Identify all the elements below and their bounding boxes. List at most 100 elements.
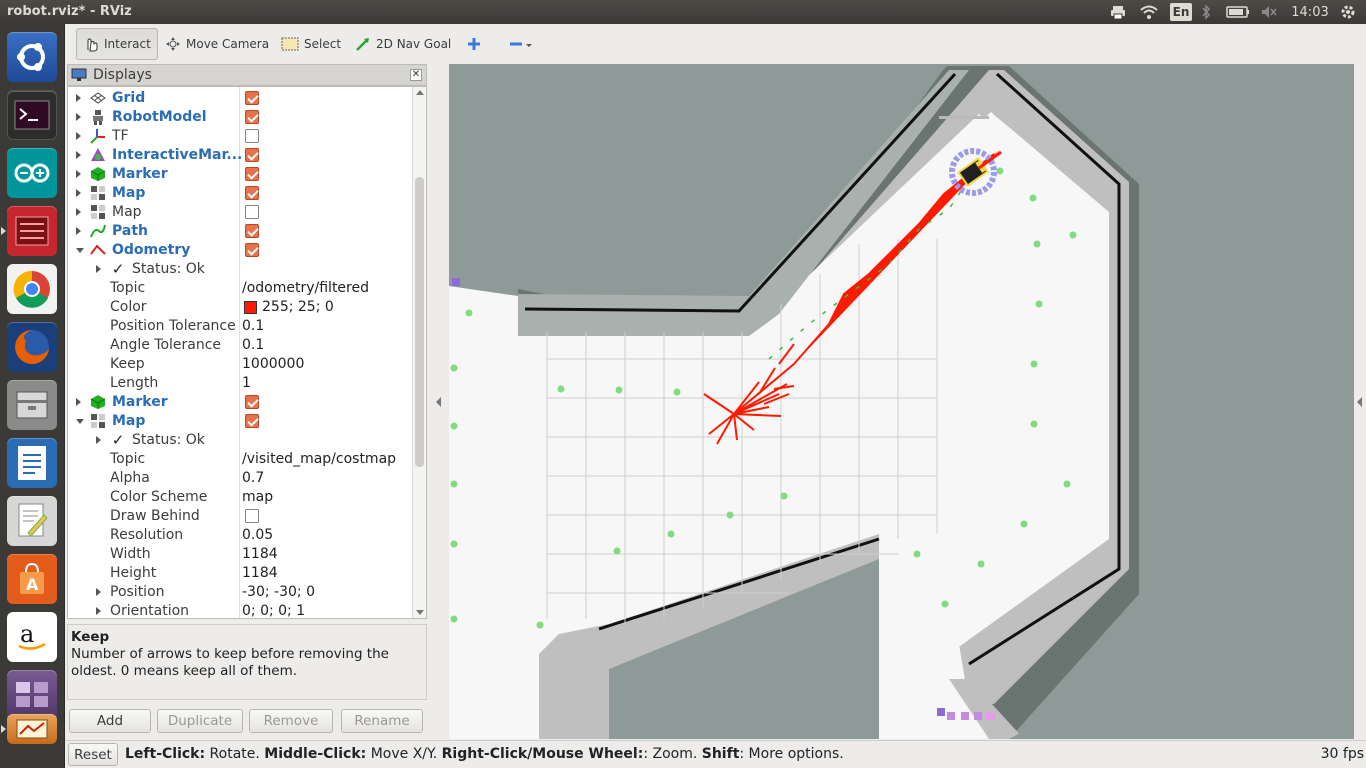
collapse-right-icon[interactable] <box>1357 397 1362 407</box>
terminal-icon[interactable] <box>7 90 57 140</box>
property-value[interactable]: /visited_map/costmap <box>242 451 396 467</box>
display-checkbox[interactable] <box>245 243 259 257</box>
odometry-topic-row[interactable]: Topic /odometry/filtered <box>68 279 412 298</box>
display-checkbox[interactable] <box>245 91 259 105</box>
ubuntu-dash-icon[interactable] <box>7 32 57 82</box>
map-status-row[interactable]: ✓ Status: Ok <box>68 431 412 450</box>
display-checkbox[interactable] <box>245 186 259 200</box>
property-value[interactable]: 0.05 <box>242 527 273 543</box>
property-value[interactable]: 0.1 <box>242 318 264 334</box>
property-value[interactable]: 255; 25; 0 <box>262 299 334 315</box>
firefox-icon[interactable] <box>7 322 57 372</box>
text-editor-icon[interactable] <box>7 496 57 546</box>
chrome-icon[interactable] <box>7 264 57 314</box>
map-topic-row[interactable]: Topic /visited_map/costmap <box>68 450 412 469</box>
map-width-row[interactable]: Width 1184 <box>68 545 412 564</box>
collapse-left-icon[interactable] <box>436 397 441 407</box>
display-row-marker-2[interactable]: Marker <box>68 393 412 412</box>
property-value[interactable]: 1 <box>242 375 251 391</box>
display-row-path[interactable]: Path <box>68 222 412 241</box>
duplicate-button[interactable]: Duplicate <box>157 709 243 733</box>
expand-arrow-icon[interactable] <box>76 132 81 140</box>
display-checkbox[interactable] <box>245 414 259 428</box>
remove-tool-button[interactable] <box>503 28 539 60</box>
display-row-map[interactable]: Map <box>68 184 412 203</box>
property-value[interactable]: 0.1 <box>242 337 264 353</box>
expand-arrow-icon[interactable] <box>96 588 101 596</box>
close-icon[interactable]: ✕ <box>410 69 422 81</box>
display-checkbox[interactable] <box>245 167 259 181</box>
scrollbar-thumb[interactable] <box>415 177 424 467</box>
display-checkbox[interactable] <box>245 129 259 143</box>
language-indicator[interactable]: En <box>1170 3 1192 21</box>
property-value[interactable]: 0.7 <box>242 470 264 486</box>
move-camera-tool[interactable]: Move Camera <box>159 28 275 60</box>
wifi-icon[interactable] <box>1138 3 1160 21</box>
add-tool-button[interactable] <box>461 28 487 60</box>
interact-tool[interactable]: Interact <box>76 28 158 60</box>
software-center-icon[interactable]: A <box>7 554 57 604</box>
display-checkbox[interactable] <box>245 110 259 124</box>
display-row-map-disabled[interactable]: Map <box>68 203 412 222</box>
map-position-row[interactable]: Position -30; -30; 0 <box>68 583 412 602</box>
select-tool[interactable]: Select <box>275 28 347 60</box>
render-view[interactable] <box>449 64 1354 739</box>
display-row-map-expanded[interactable]: Map <box>68 412 412 431</box>
files-icon[interactable] <box>7 380 57 430</box>
add-button[interactable]: Add <box>69 709 151 733</box>
expand-arrow-icon[interactable] <box>96 265 101 273</box>
expand-arrow-icon[interactable] <box>76 94 81 102</box>
property-value[interactable]: /odometry/filtered <box>242 280 369 296</box>
volume-mute-icon[interactable] <box>1260 3 1278 21</box>
display-checkbox[interactable] <box>245 224 259 238</box>
display-row-odometry[interactable]: Odometry <box>68 241 412 260</box>
reset-button[interactable]: Reset <box>68 743 118 766</box>
map-resolution-row[interactable]: Resolution 0.05 <box>68 526 412 545</box>
rviz-launcher-icon[interactable] <box>1 714 57 744</box>
printer-icon[interactable] <box>1108 3 1128 21</box>
display-row-grid[interactable]: Grid <box>68 89 412 108</box>
color-swatch[interactable] <box>244 301 257 314</box>
gear-icon[interactable] <box>1338 3 1358 21</box>
expand-arrow-icon[interactable] <box>76 227 81 235</box>
collapse-arrow-icon[interactable] <box>76 248 84 253</box>
map-height-row[interactable]: Height 1184 <box>68 564 412 583</box>
expand-arrow-icon[interactable] <box>76 189 81 197</box>
scroll-down-icon[interactable] <box>416 610 424 615</box>
rename-button[interactable]: Rename <box>341 709 423 733</box>
remove-button[interactable]: Remove <box>249 709 333 733</box>
display-row-marker[interactable]: Marker <box>68 165 412 184</box>
expand-arrow-icon[interactable] <box>76 151 81 159</box>
battery-icon[interactable] <box>1224 3 1252 21</box>
odometry-status-row[interactable]: ✓ Status: Ok <box>68 260 412 279</box>
map-draw-behind-row[interactable]: Draw Behind <box>68 507 412 526</box>
property-value[interactable]: 1184 <box>242 565 278 581</box>
display-checkbox[interactable] <box>245 205 259 219</box>
display-checkbox[interactable] <box>245 395 259 409</box>
expand-arrow-icon[interactable] <box>76 170 81 178</box>
property-value[interactable]: 1184 <box>242 546 278 562</box>
odometry-color-row[interactable]: Color 255; 25; 0 <box>68 298 412 317</box>
display-row-tf[interactable]: TF <box>68 127 412 146</box>
property-value[interactable]: -30; -30; 0 <box>242 584 315 600</box>
display-row-interactive-markers[interactable]: InteractiveMar... <box>68 146 412 165</box>
workspace-switcher-icon[interactable] <box>7 670 57 720</box>
amazon-icon[interactable]: a <box>7 612 57 662</box>
writer-icon[interactable] <box>7 438 57 488</box>
map-orientation-row[interactable]: Orientation 0; 0; 0; 1 <box>68 602 412 618</box>
property-value[interactable]: 1000000 <box>242 356 304 372</box>
bluetooth-icon[interactable] <box>1198 3 1214 21</box>
odometry-keep-row[interactable]: Keep 1000000 <box>68 355 412 374</box>
nav-goal-tool[interactable]: 2D Nav Goal <box>349 28 457 60</box>
expand-arrow-icon[interactable] <box>76 208 81 216</box>
expand-arrow-icon[interactable] <box>96 436 101 444</box>
odometry-length-row[interactable]: Length 1 <box>68 374 412 393</box>
property-value[interactable]: map <box>242 489 273 505</box>
scroll-up-icon[interactable] <box>416 90 424 95</box>
clock[interactable]: 14:03 <box>1290 3 1330 21</box>
draw-behind-checkbox[interactable] <box>245 509 259 523</box>
tree-scrollbar[interactable] <box>412 87 426 618</box>
expand-arrow-icon[interactable] <box>76 398 81 406</box>
expand-arrow-icon[interactable] <box>76 113 81 121</box>
map-alpha-row[interactable]: Alpha 0.7 <box>68 469 412 488</box>
